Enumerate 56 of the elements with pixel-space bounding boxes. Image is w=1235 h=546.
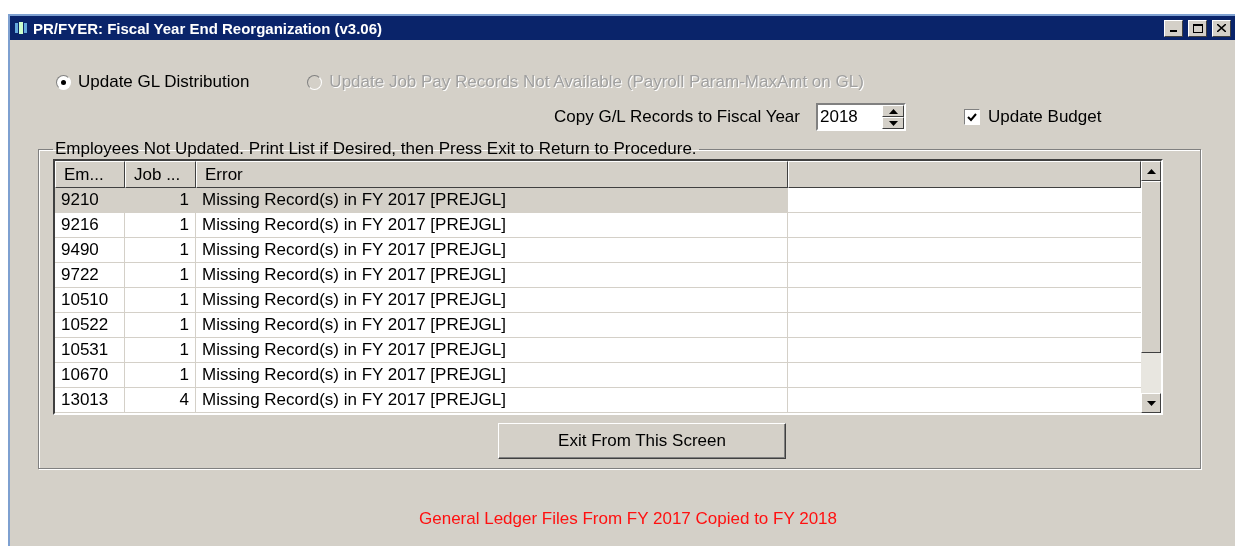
spin-up-button[interactable] xyxy=(882,105,904,117)
scroll-down-button[interactable] xyxy=(1141,393,1161,413)
table-cell: 1 xyxy=(125,213,196,238)
maximize-button[interactable] xyxy=(1188,19,1207,37)
close-button[interactable] xyxy=(1212,19,1231,37)
spin-down-button[interactable] xyxy=(882,117,904,129)
down-arrow-icon xyxy=(1146,400,1156,406)
table-cell: Missing Record(s) in FY 2017 [PREJGL] xyxy=(196,363,788,388)
table-cell: 4 xyxy=(125,388,196,413)
minimize-button[interactable] xyxy=(1164,19,1183,37)
table-cell: 9722 xyxy=(55,263,125,288)
table-cell: 1 xyxy=(125,288,196,313)
table-cell: 1 xyxy=(125,263,196,288)
table-cell: 10670 xyxy=(55,363,125,388)
maximize-icon xyxy=(1192,23,1203,33)
table-cell: 10522 xyxy=(55,313,125,338)
radio-option[interactable]: Update GL Distribution xyxy=(56,72,250,92)
table-cell: Missing Record(s) in FY 2017 [PREJGL] xyxy=(196,313,788,338)
column-header[interactable] xyxy=(788,161,1141,188)
status-message: General Ledger Files From FY 2017 Copied to FY 2018 xyxy=(418,509,838,529)
table-cell: Missing Record(s) in FY 2017 [PREJGL] xyxy=(196,213,788,238)
table-cell: Missing Record(s) in FY 2017 [PREJGL] xyxy=(196,263,788,288)
scroll-thumb[interactable] xyxy=(1141,181,1161,353)
fiscal-year-spinner[interactable]: 2018 xyxy=(816,103,906,131)
table-cell: 1 xyxy=(125,188,196,213)
table-cell: 10531 xyxy=(55,338,125,363)
scroll-up-button[interactable] xyxy=(1141,161,1161,181)
checkmark-icon xyxy=(967,112,977,122)
table-cell: 9210 xyxy=(55,188,125,213)
window-title: PR/FYER: Fiscal Year End Reorganization (v3.06) xyxy=(33,19,383,37)
table-cell: 1 xyxy=(125,238,196,263)
group-title: Employees Not Updated. Print List if Desired, then Press Exit to Return to Procedure. xyxy=(54,139,698,159)
column-header[interactable]: Em... xyxy=(55,161,125,188)
table-cell: 1 xyxy=(125,363,196,388)
column-header[interactable]: Job ... xyxy=(125,161,196,188)
fiscal-year-label: Copy G/L Records to Fiscal Year xyxy=(554,107,800,127)
table-cell: Missing Record(s) in FY 2017 [PREJGL] xyxy=(196,238,788,263)
table-cell: Missing Record(s) in FY 2017 [PREJGL] xyxy=(196,188,788,213)
table-cell: 10510 xyxy=(55,288,125,313)
table-cell: Missing Record(s) in FY 2017 [PREJGL] xyxy=(196,338,788,363)
update-budget-checkbox[interactable]: Update Budget xyxy=(964,107,1102,127)
table-cell: 13013 xyxy=(55,388,125,413)
column-header[interactable]: Error xyxy=(196,161,788,188)
table-cell: 9490 xyxy=(55,238,125,263)
up-arrow-icon xyxy=(888,108,898,114)
app-icon xyxy=(14,21,28,35)
table-cell: Missing Record(s) in FY 2017 [PREJGL] xyxy=(196,288,788,313)
scrollbar[interactable] xyxy=(1141,161,1161,413)
table-cell: 9216 xyxy=(55,213,125,238)
table-cell: 1 xyxy=(125,313,196,338)
down-arrow-icon xyxy=(888,120,898,126)
table-cell: 1 xyxy=(125,338,196,363)
up-arrow-icon xyxy=(1146,168,1156,174)
close-icon xyxy=(1217,24,1226,32)
table-cell: Missing Record(s) in FY 2017 [PREJGL] xyxy=(196,388,788,413)
exit-button[interactable]: Exit From This Screen xyxy=(498,423,786,459)
